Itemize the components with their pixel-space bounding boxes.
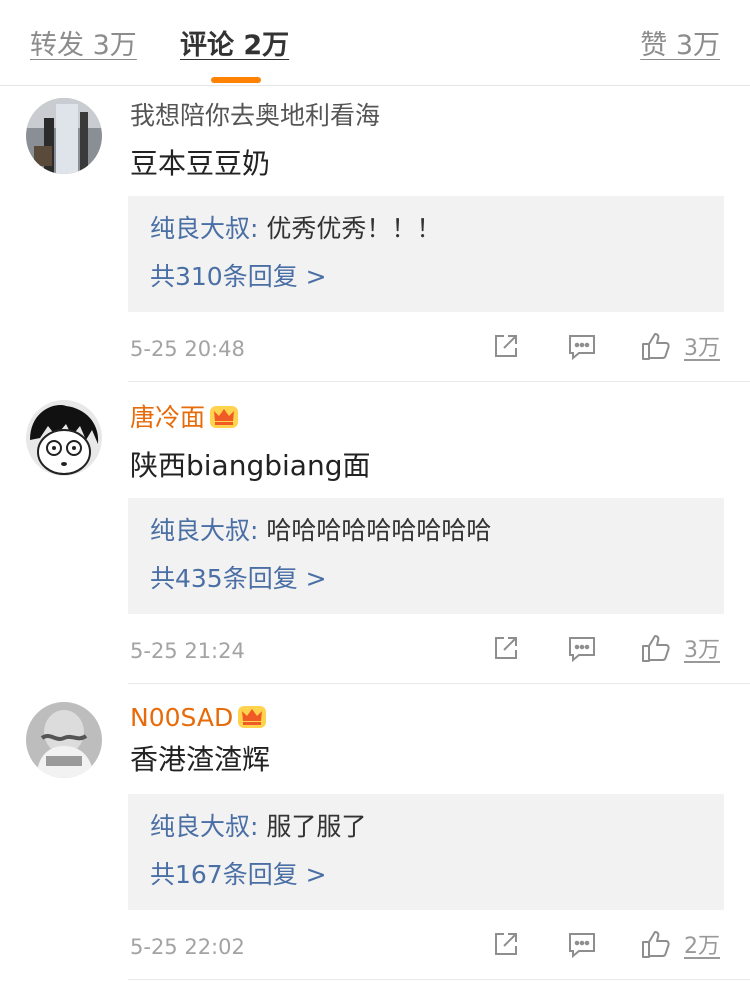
avatar[interactable] — [26, 98, 102, 174]
crown-icon — [210, 406, 239, 428]
reply-count-link[interactable]: 共310条回复 > — [150, 260, 327, 294]
active-tab-indicator — [211, 77, 261, 83]
thumbs-up-icon[interactable] — [640, 928, 672, 960]
avatar-cartoon-face-icon — [26, 400, 102, 476]
like-count[interactable]: 3万 — [684, 636, 720, 666]
reply-count-link[interactable]: 共435条回复 > — [150, 562, 327, 596]
thumbs-up-icon[interactable] — [640, 632, 672, 664]
comment-item: 唐冷面 陕西biangbiang面 纯良大叔: 哈哈哈哈哈哈哈哈哈 共435条回… — [0, 382, 750, 684]
reply-author[interactable]: 纯良大叔: — [150, 516, 258, 545]
comment-timestamp: 5-25 22:02 — [130, 935, 245, 959]
reply-line: 纯良大叔: 优秀优秀！！！ — [150, 212, 441, 246]
reply-text: 服了服了 — [266, 812, 367, 841]
comment-item: N00SAD 香港渣渣辉 纯良大叔: 服了服了 共167条回复 > 5-25 2… — [0, 684, 750, 980]
like-count[interactable]: 2万 — [684, 932, 720, 962]
comment-meta: 5-25 21:24 3万 — [0, 632, 750, 672]
comment-timestamp: 5-25 20:48 — [130, 337, 245, 361]
reply-preview[interactable]: 纯良大叔: 哈哈哈哈哈哈哈哈哈 共435条回复 > — [128, 498, 724, 614]
reply-preview[interactable]: 纯良大叔: 服了服了 共167条回复 > — [128, 794, 724, 910]
comment-meta: 5-25 22:02 2万 — [0, 928, 750, 968]
reply-text: 哈哈哈哈哈哈哈哈哈 — [266, 516, 492, 545]
comment-text: 陕西biangbiang面 — [130, 449, 371, 482]
comment-text: 豆本豆豆奶 — [130, 147, 271, 180]
comment-username[interactable]: 我想陪你去奥地利看海 — [130, 100, 380, 132]
thumbs-up-icon[interactable] — [640, 330, 672, 362]
username-text: 唐冷面 — [130, 403, 206, 432]
comment-timestamp: 5-25 21:24 — [130, 639, 245, 663]
reply-text: 优秀优秀！！！ — [266, 214, 442, 243]
like-count[interactable]: 3万 — [684, 334, 720, 364]
reply-count-link[interactable]: 共167条回复 > — [150, 858, 327, 892]
avatar[interactable] — [26, 400, 102, 476]
comment-meta: 5-25 20:48 3万 — [0, 330, 750, 370]
username-text: N00SAD — [130, 703, 234, 732]
comment-text: 香港渣渣辉 — [130, 743, 271, 776]
avatar-photo-icon — [26, 702, 102, 778]
reply-author[interactable]: 纯良大叔: — [150, 812, 258, 841]
tab-comments[interactable]: 评论 2万 — [180, 28, 289, 64]
reply-preview[interactable]: 纯良大叔: 优秀优秀！！！ 共310条回复 > — [128, 196, 724, 312]
share-icon[interactable] — [490, 928, 522, 960]
share-icon[interactable] — [490, 330, 522, 362]
avatar[interactable] — [26, 702, 102, 778]
divider — [128, 979, 750, 980]
avatar-photo-icon — [26, 98, 102, 174]
comment-item: 我想陪你去奥地利看海 豆本豆豆奶 纯良大叔: 优秀优秀！！！ 共310条回复 >… — [0, 86, 750, 382]
share-icon[interactable] — [490, 632, 522, 664]
reply-author[interactable]: 纯良大叔: — [150, 214, 258, 243]
comment-username[interactable]: N00SAD — [130, 702, 267, 734]
reply-line: 纯良大叔: 服了服了 — [150, 810, 366, 844]
comment-username[interactable]: 唐冷面 — [130, 402, 239, 434]
crown-icon — [238, 706, 267, 728]
tab-bar: 转发 3万 评论 2万 赞 3万 — [0, 0, 750, 86]
reply-line: 纯良大叔: 哈哈哈哈哈哈哈哈哈 — [150, 514, 491, 548]
tab-likes[interactable]: 赞 3万 — [640, 28, 720, 64]
tab-repost[interactable]: 转发 3万 — [30, 28, 137, 64]
